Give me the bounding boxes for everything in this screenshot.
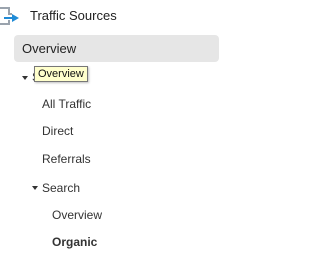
nav-item-overview[interactable]: Overview (14, 35, 219, 62)
nav-item-organic[interactable]: Organic (52, 235, 97, 249)
nav-item-direct[interactable]: Direct (42, 124, 73, 138)
nav-item-all-traffic[interactable]: All Traffic (42, 97, 91, 111)
sources-expander-icon[interactable] (22, 76, 28, 80)
overview-tooltip: Overview (34, 66, 88, 82)
traffic-sources-icon (0, 7, 19, 25)
section-title: Traffic Sources (30, 8, 117, 23)
section-header-traffic-sources[interactable]: Traffic Sources (0, 0, 219, 32)
nav-item-overview-label: Overview (22, 41, 77, 56)
nav-item-search[interactable]: Search (42, 181, 80, 195)
nav-item-search-overview[interactable]: Overview (52, 208, 102, 222)
nav-item-referrals[interactable]: Referrals (42, 152, 91, 166)
report-navigation: Traffic Sources Overview S Overview All … (0, 0, 219, 264)
search-expander-icon[interactable] (32, 186, 38, 190)
